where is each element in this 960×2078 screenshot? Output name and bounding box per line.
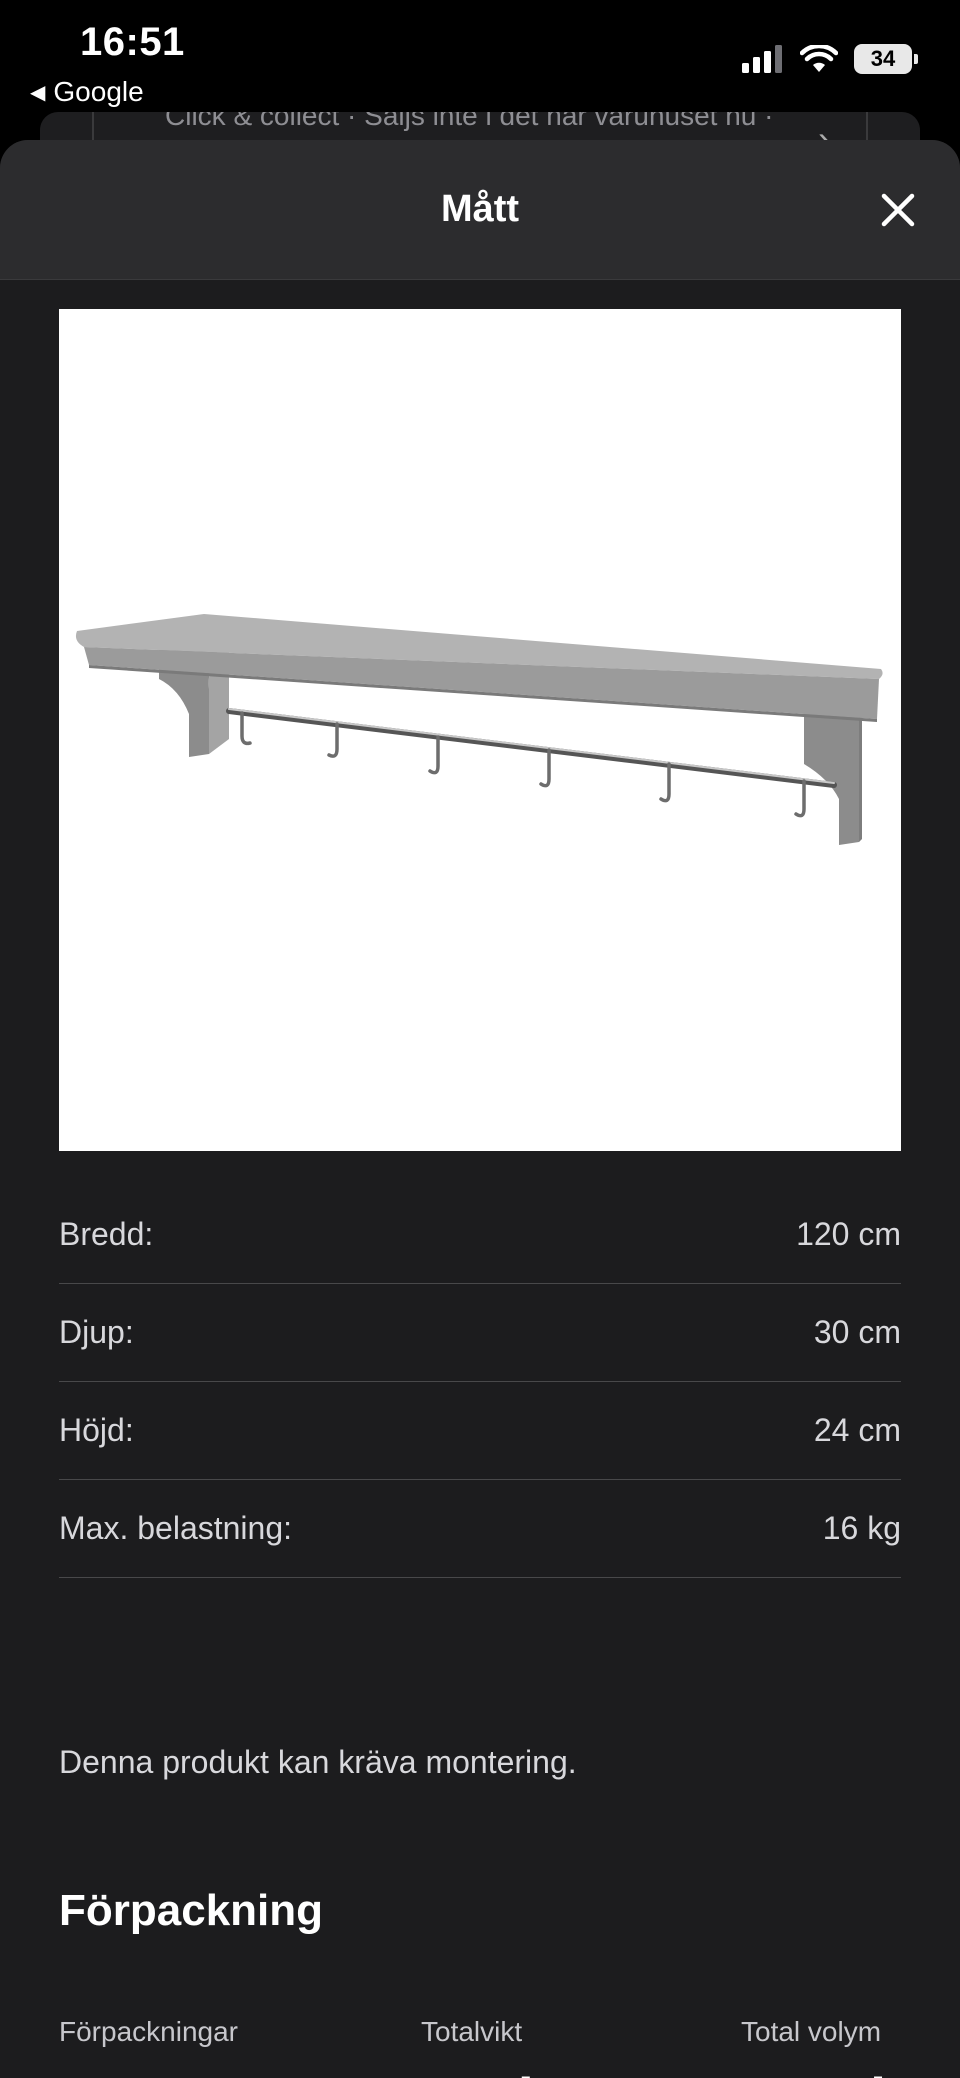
dimension-row-width: Bredd: 120 cm [59,1186,901,1284]
total-volume-value: 17.4 l [741,2066,886,2078]
total-weight-label: Totalvikt [421,2016,523,2047]
total-volume-stat: Total volym 17.4 l [741,2016,886,2078]
dimension-row-depth: Djup: 30 cm [59,1284,901,1382]
packages-label: Förpackningar [59,2016,238,2047]
dimension-label: Max. belastning: [59,1510,293,1546]
dimension-label: Bredd: [59,1216,154,1252]
dimension-value: 30 cm [813,1314,901,1350]
dimension-value: 16 kg [822,1510,901,1546]
status-time: 16:51 [80,20,185,64]
dimensions-list: Bredd: 120 cm Djup: 30 cm Höjd: 24 cm Ma… [59,1186,901,1578]
dimensions-sheet: Mått Bredd: 120 cm Djup: 30 cm Höjd: 24 … [0,140,960,2078]
packages-value: 1 [59,2066,238,2078]
status-icons: 34 [742,44,918,74]
status-bar: 16:51 ◀ Google 34 [0,0,960,120]
dimension-value: 120 cm [796,1216,901,1252]
wifi-icon [800,45,838,72]
sheet-title: Mått [440,188,520,230]
total-volume-label: Total volym [741,2016,882,2047]
assembly-note: Denna produkt kan kräva montering. [59,1744,577,1780]
product-image [59,309,901,1151]
back-label: Google [53,76,144,107]
wall-shelf-illustration [75,614,883,845]
total-weight-value: 9.3 kg [421,2066,585,2078]
dimension-label: Djup: [59,1314,134,1350]
back-to-google-link[interactable]: ◀ Google [30,76,144,108]
dimension-row-max-load: Max. belastning: 16 kg [59,1480,901,1578]
dimension-label: Höjd: [59,1412,134,1448]
total-weight-stat: Totalvikt 9.3 kg [421,2016,585,2078]
packages-stat: Förpackningar 1 [59,2016,238,2078]
close-button[interactable] [866,178,930,242]
sheet-header: Mått [0,140,960,280]
dimension-value: 24 cm [813,1412,901,1448]
packaging-heading: Förpackning [59,1886,324,1935]
signal-icon [742,45,782,73]
back-arrow-icon: ◀ [30,81,46,104]
close-icon [881,193,915,227]
dimension-row-height: Höjd: 24 cm [59,1382,901,1480]
battery-icon: 34 [854,44,918,74]
